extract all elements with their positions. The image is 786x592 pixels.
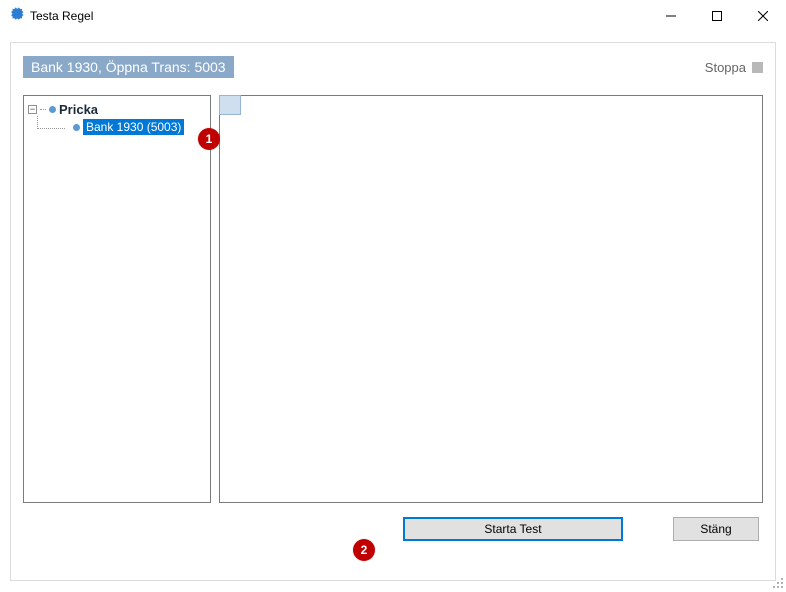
header-row: Bank 1930, Öppna Trans: 5003 Stoppa bbox=[23, 55, 763, 79]
content-panel bbox=[219, 95, 763, 503]
tree-root-node[interactable]: − Pricka bbox=[28, 102, 206, 117]
window-controls bbox=[648, 0, 786, 32]
footer-row: Starta Test Stäng bbox=[23, 517, 763, 541]
window-title: Testa Regel bbox=[30, 9, 93, 23]
close-dialog-button[interactable]: Stäng bbox=[673, 517, 759, 541]
tree-bullet-icon bbox=[49, 106, 56, 113]
stop-icon bbox=[752, 62, 763, 73]
titlebar: Testa Regel bbox=[0, 0, 786, 32]
tree-connector bbox=[33, 120, 73, 134]
tree-bullet-icon bbox=[73, 124, 80, 131]
body-row: − Pricka Bank 1930 (5003) bbox=[23, 95, 763, 503]
stop-label: Stoppa bbox=[705, 60, 746, 75]
tree-child-node[interactable]: Bank 1930 (5003) bbox=[33, 119, 206, 135]
main-group: Bank 1930, Öppna Trans: 5003 Stoppa − Pr… bbox=[10, 42, 776, 581]
start-test-button[interactable]: Starta Test bbox=[403, 517, 623, 541]
client-area: Bank 1930, Öppna Trans: 5003 Stoppa − Pr… bbox=[0, 32, 786, 591]
tree-panel[interactable]: − Pricka Bank 1930 (5003) bbox=[23, 95, 211, 503]
tree-connector bbox=[40, 109, 46, 110]
tree-root-label: Pricka bbox=[59, 102, 98, 117]
status-label: Bank 1930, Öppna Trans: 5003 bbox=[23, 56, 234, 78]
tree-expander-icon[interactable]: − bbox=[28, 105, 37, 114]
resize-grip-icon[interactable] bbox=[770, 575, 784, 589]
close-button[interactable] bbox=[740, 0, 786, 32]
annotation-callout-1: 1 bbox=[198, 128, 220, 150]
maximize-button[interactable] bbox=[694, 0, 740, 32]
content-tab[interactable] bbox=[219, 95, 241, 115]
minimize-button[interactable] bbox=[648, 0, 694, 32]
tree-child-label: Bank 1930 (5003) bbox=[83, 119, 184, 135]
stop-button[interactable]: Stoppa bbox=[705, 60, 763, 75]
annotation-callout-2: 2 bbox=[353, 539, 375, 561]
gear-icon bbox=[8, 7, 24, 26]
